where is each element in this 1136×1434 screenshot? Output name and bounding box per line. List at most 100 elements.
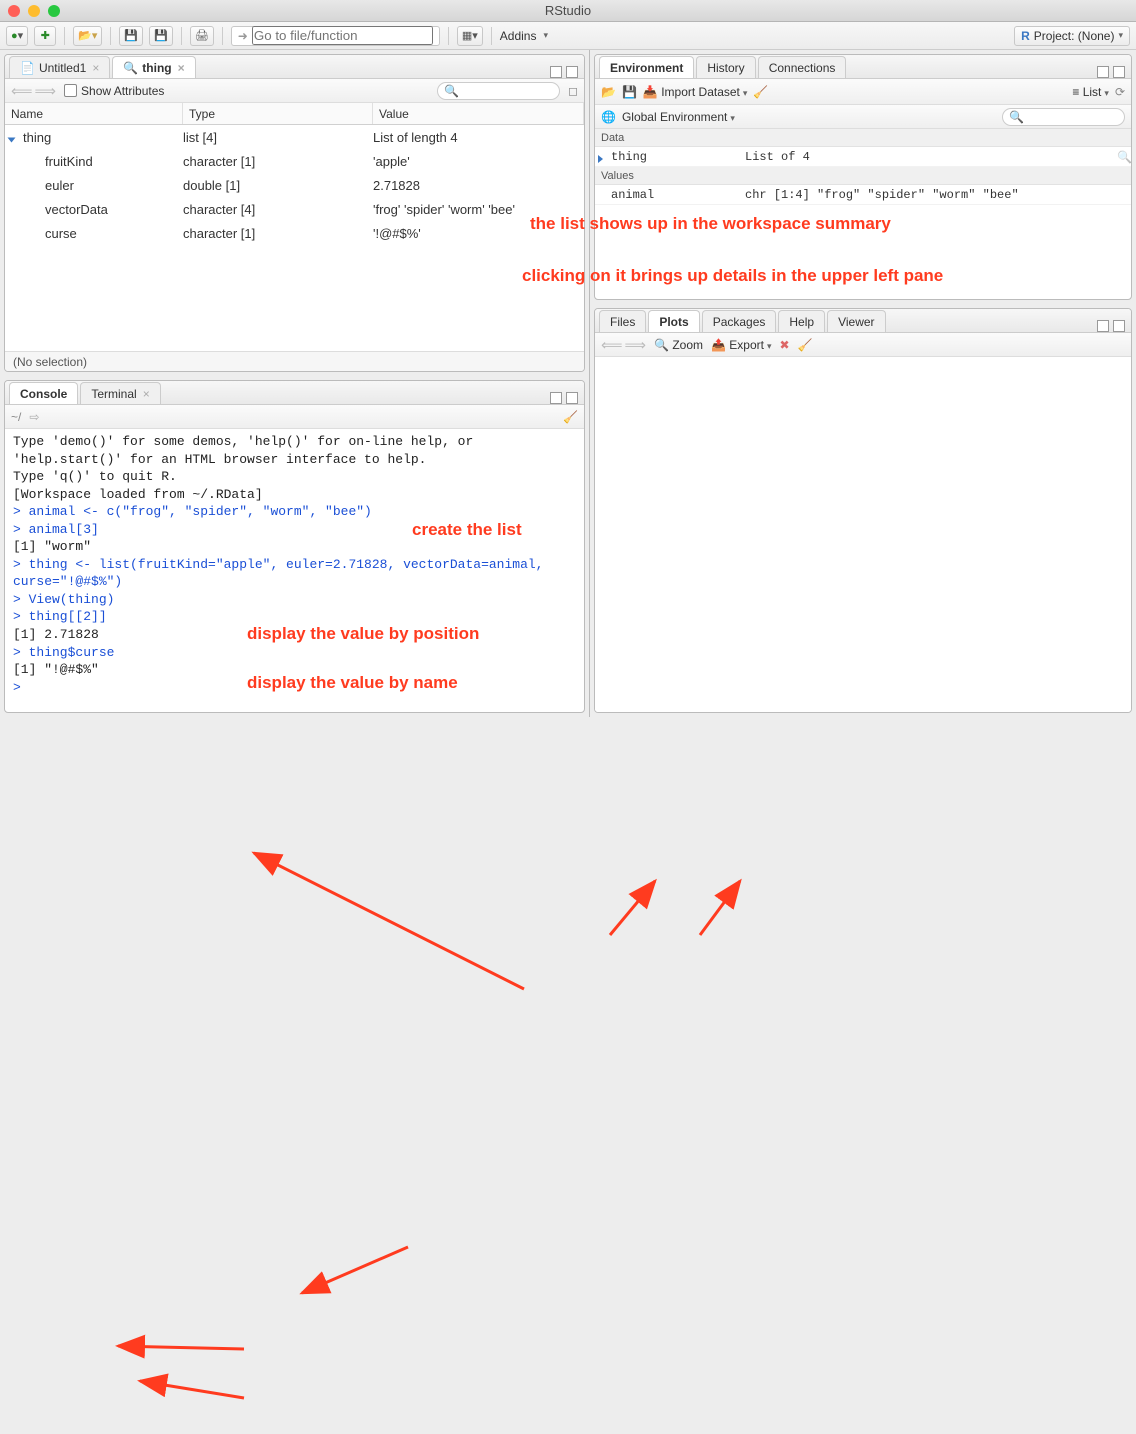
- show-attributes-toggle[interactable]: Show Attributes: [64, 84, 164, 98]
- window-icon[interactable]: ◻: [568, 84, 578, 98]
- viewer-search-input[interactable]: [463, 85, 553, 97]
- clear-console-icon[interactable]: 🧹: [563, 410, 578, 424]
- search-icon: 🔍: [444, 84, 459, 98]
- goto-file-field[interactable]: [252, 26, 433, 45]
- maximize-pane-icon[interactable]: [1113, 320, 1125, 332]
- tab-plots[interactable]: Plots: [648, 310, 699, 332]
- row-value: 'apple': [373, 154, 584, 169]
- tab-viewer[interactable]: Viewer: [827, 310, 885, 332]
- tab-untitled1[interactable]: 📄 Untitled1 ×: [9, 56, 110, 78]
- console-line: Type 'q()' to quit R.: [13, 468, 576, 486]
- load-workspace-icon[interactable]: 📂: [601, 85, 616, 99]
- console-line: > animal <- c("frog", "spider", "worm", …: [13, 503, 576, 521]
- env-value: List of 4🔍: [745, 150, 1131, 164]
- tab-label: Files: [610, 315, 635, 329]
- maximize-pane-icon[interactable]: [1113, 66, 1125, 78]
- clear-plots-icon[interactable]: 🧹: [798, 338, 813, 352]
- tab-history[interactable]: History: [696, 56, 755, 78]
- tab-label: Viewer: [838, 315, 874, 329]
- zoom-window-button[interactable]: [48, 5, 60, 17]
- goto-file-input[interactable]: ➜: [231, 26, 440, 46]
- minimize-window-button[interactable]: [28, 5, 40, 17]
- viewer-body: thinglist [4]List of length 4fruitKindch…: [5, 125, 584, 351]
- tab-environment[interactable]: Environment: [599, 56, 694, 78]
- close-icon[interactable]: ×: [143, 387, 150, 401]
- minimize-pane-icon[interactable]: [550, 66, 562, 78]
- new-project-button[interactable]: ✚: [34, 26, 56, 46]
- col-name[interactable]: Name: [5, 103, 183, 124]
- minimize-pane-icon[interactable]: [1097, 320, 1109, 332]
- clear-workspace-icon[interactable]: 🧹: [753, 85, 768, 99]
- print-button[interactable]: 🖨: [190, 26, 214, 46]
- open-file-button[interactable]: 📂▾: [73, 26, 102, 46]
- checkbox-icon[interactable]: [64, 84, 77, 97]
- tab-connections[interactable]: Connections: [758, 56, 847, 78]
- close-window-button[interactable]: [8, 5, 20, 17]
- magnifier-icon[interactable]: 🔍: [1117, 150, 1132, 165]
- col-type[interactable]: Type: [183, 103, 373, 124]
- plot-nav[interactable]: ⟸⟹: [601, 336, 646, 354]
- row-type: character [4]: [183, 202, 373, 217]
- console-body[interactable]: Type 'demo()' for some demos, 'help()' f…: [5, 429, 584, 712]
- tab-terminal[interactable]: Terminal ×: [80, 382, 160, 404]
- import-dataset-menu[interactable]: 📥 Import Dataset: [643, 85, 748, 99]
- env-search-input[interactable]: [1028, 111, 1118, 123]
- export-menu[interactable]: 📤 Export: [711, 338, 772, 352]
- tab-thing[interactable]: 🔍 thing ×: [112, 56, 195, 78]
- maximize-pane-icon[interactable]: [566, 392, 578, 404]
- remove-plot-icon[interactable]: ✖: [780, 338, 790, 352]
- tab-console[interactable]: Console: [9, 382, 78, 404]
- goto-arrow-icon: ➜: [238, 29, 248, 43]
- maximize-pane-icon[interactable]: [566, 66, 578, 78]
- zoom-label: Zoom: [672, 338, 703, 352]
- env-name: thing: [595, 150, 745, 164]
- search-icon: 🔍: [123, 61, 138, 75]
- console-line: [1] 2.71828: [13, 626, 576, 644]
- row-name: euler: [5, 178, 183, 193]
- tab-files[interactable]: Files: [599, 310, 646, 332]
- addins-menu[interactable]: Addins: [500, 29, 548, 43]
- environment-pane: Environment History Connections 📂 💾 📥 Im…: [594, 54, 1132, 300]
- page-icon: 📄: [20, 61, 35, 75]
- console-line: > View(thing): [13, 591, 576, 609]
- viewer-row[interactable]: vectorDatacharacter [4]'frog' 'spider' '…: [5, 197, 584, 221]
- project-menu[interactable]: R Project: (None) ▾: [1014, 26, 1130, 46]
- save-all-button[interactable]: 💾: [149, 26, 173, 46]
- goto-wd-icon[interactable]: ⇨: [29, 410, 39, 424]
- tab-label: Plots: [659, 315, 688, 329]
- env-name: animal: [595, 188, 745, 202]
- save-workspace-icon[interactable]: 💾: [622, 85, 637, 99]
- nav-back-forward[interactable]: ⟸⟹: [11, 82, 56, 100]
- view-mode-menu[interactable]: ≡ List: [1072, 85, 1109, 99]
- close-icon[interactable]: ×: [92, 61, 99, 75]
- col-value[interactable]: Value: [373, 103, 584, 124]
- save-button[interactable]: 💾: [119, 26, 143, 46]
- viewer-column-headers: Name Type Value: [5, 103, 584, 125]
- minimize-pane-icon[interactable]: [1097, 66, 1109, 78]
- console-line: Type 'demo()' for some demos, 'help()' f…: [13, 433, 576, 451]
- console-line: [1] "!@#$%": [13, 661, 576, 679]
- console-line: > thing <- list(fruitKind="apple", euler…: [13, 556, 576, 591]
- tools-grid-button[interactable]: ▦▾: [457, 26, 483, 46]
- search-icon: 🔍: [1009, 110, 1024, 124]
- viewer-row[interactable]: fruitKindcharacter [1]'apple': [5, 149, 584, 173]
- tab-label: Console: [20, 387, 67, 401]
- viewer-row[interactable]: eulerdouble [1]2.71828: [5, 173, 584, 197]
- env-value-row[interactable]: animalchr [1:4] "frog" "spider" "worm" "…: [595, 185, 1131, 205]
- env-search[interactable]: 🔍: [1002, 108, 1125, 126]
- tab-packages[interactable]: Packages: [702, 310, 777, 332]
- viewer-search[interactable]: 🔍: [437, 82, 560, 100]
- env-data-row[interactable]: thingList of 4🔍: [595, 147, 1131, 167]
- tab-label: Environment: [610, 61, 683, 75]
- tab-label: Help: [789, 315, 814, 329]
- zoom-button[interactable]: 🔍 Zoom: [654, 338, 703, 352]
- viewer-row[interactable]: thinglist [4]List of length 4: [5, 125, 584, 149]
- new-file-button[interactable]: ●▾: [6, 26, 28, 46]
- tab-help[interactable]: Help: [778, 310, 825, 332]
- close-icon[interactable]: ×: [178, 61, 185, 75]
- viewer-row[interactable]: cursecharacter [1]'!@#$%': [5, 221, 584, 245]
- refresh-icon[interactable]: ⟳: [1115, 85, 1125, 99]
- scope-selector[interactable]: Global Environment: [622, 110, 735, 124]
- minimize-pane-icon[interactable]: [550, 392, 562, 404]
- console-line: >: [13, 679, 576, 697]
